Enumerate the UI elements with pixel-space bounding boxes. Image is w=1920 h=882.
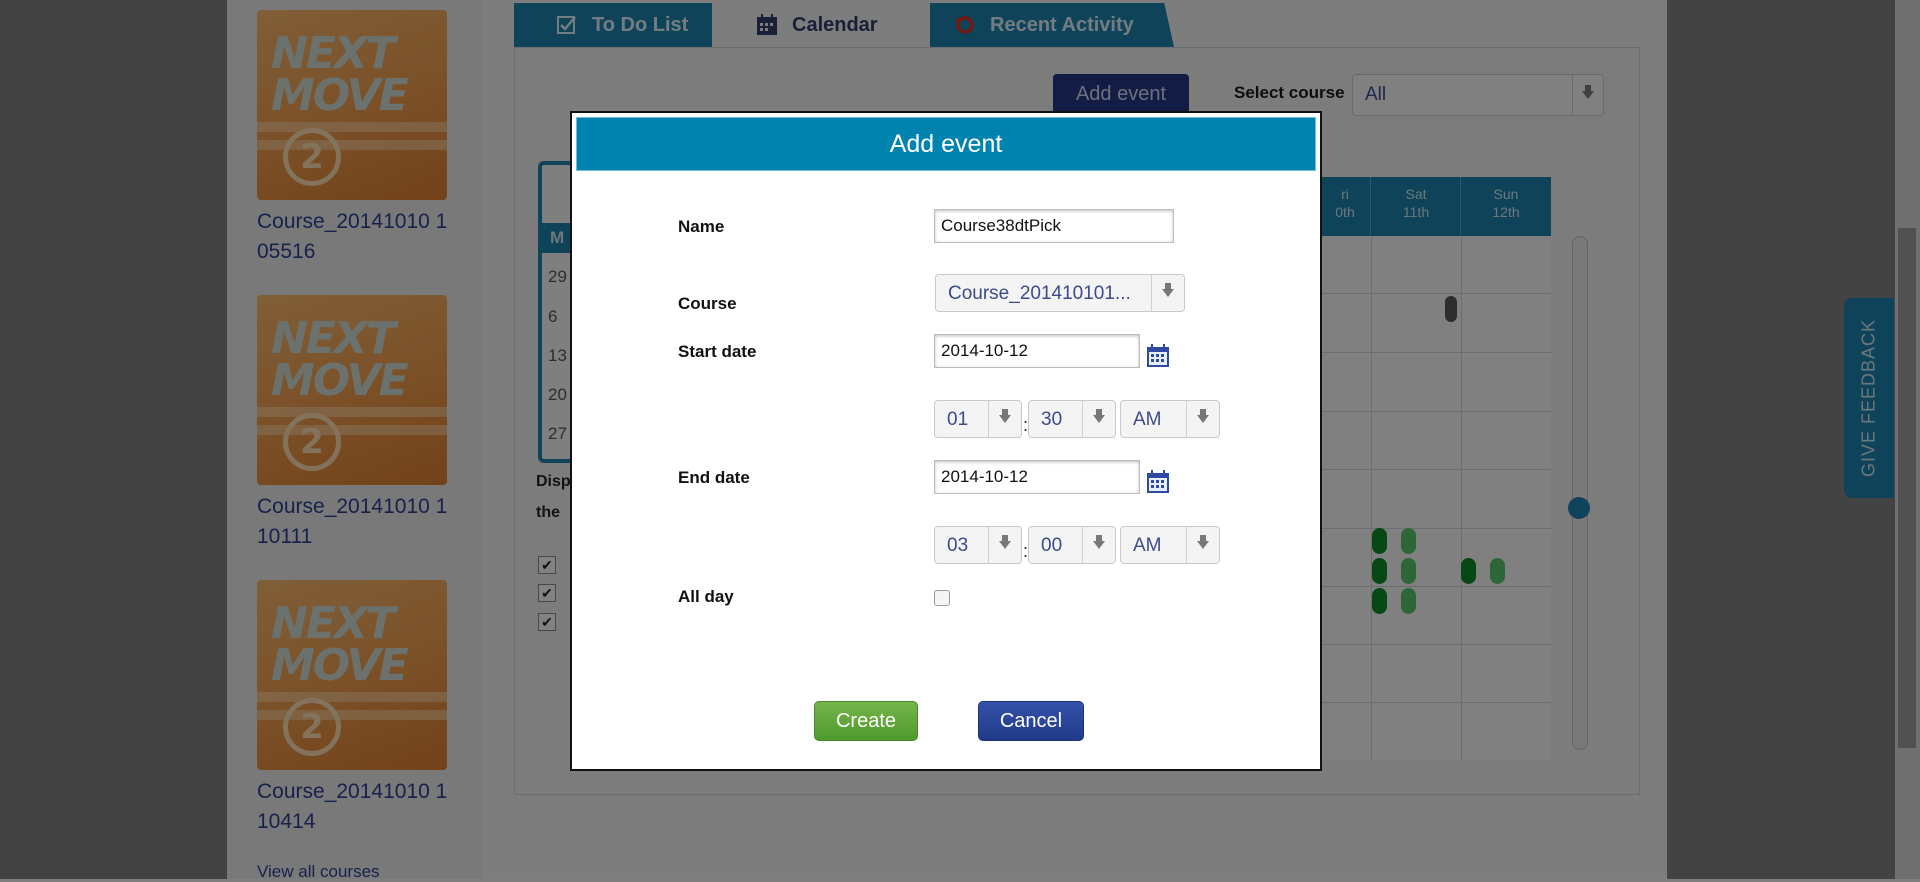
end-hour-value: 03 bbox=[947, 535, 969, 556]
chevron-down-icon[interactable] bbox=[1151, 275, 1184, 311]
chevron-down-icon[interactable] bbox=[988, 527, 1021, 563]
name-label: Name bbox=[678, 217, 725, 236]
start-hour-value: 01 bbox=[947, 409, 969, 430]
start-hour-select[interactable]: 01 bbox=[934, 400, 1022, 438]
end-ampm-select[interactable]: AM bbox=[1120, 526, 1220, 564]
start-ampm-value: AM bbox=[1133, 409, 1162, 430]
course-select-value: Course_201410101... bbox=[948, 283, 1131, 304]
all-day-checkbox[interactable] bbox=[934, 590, 950, 606]
end-date-input[interactable] bbox=[934, 460, 1140, 494]
dialog-title: Add event bbox=[576, 117, 1316, 171]
end-date-label: End date bbox=[678, 468, 750, 487]
cancel-button[interactable]: Cancel bbox=[978, 701, 1084, 741]
end-minute-value: 00 bbox=[1041, 535, 1063, 556]
start-ampm-select[interactable]: AM bbox=[1120, 400, 1220, 438]
chevron-down-icon[interactable] bbox=[1186, 527, 1219, 563]
start-minute-value: 30 bbox=[1041, 409, 1063, 430]
end-ampm-value: AM bbox=[1133, 535, 1162, 556]
course-select[interactable]: Course_201410101... bbox=[935, 274, 1185, 312]
add-event-dialog: Add event Name Course Course_201410101..… bbox=[570, 111, 1322, 771]
chevron-down-icon[interactable] bbox=[1186, 401, 1219, 437]
chevron-down-icon[interactable] bbox=[1082, 527, 1115, 563]
end-hour-select[interactable]: 03 bbox=[934, 526, 1022, 564]
start-date-label: Start date bbox=[678, 342, 757, 361]
chevron-down-icon[interactable] bbox=[1082, 401, 1115, 437]
course-label: Course bbox=[678, 294, 737, 313]
chevron-down-icon[interactable] bbox=[988, 401, 1021, 437]
start-date-input[interactable] bbox=[934, 334, 1140, 368]
create-button[interactable]: Create bbox=[814, 701, 918, 741]
end-minute-select[interactable]: 00 bbox=[1028, 526, 1116, 564]
start-minute-select[interactable]: 30 bbox=[1028, 400, 1116, 438]
all-day-label: All day bbox=[678, 587, 734, 606]
calendar-picker-icon[interactable] bbox=[1146, 470, 1170, 494]
event-name-input[interactable] bbox=[934, 209, 1174, 243]
calendar-picker-icon[interactable] bbox=[1146, 344, 1170, 368]
